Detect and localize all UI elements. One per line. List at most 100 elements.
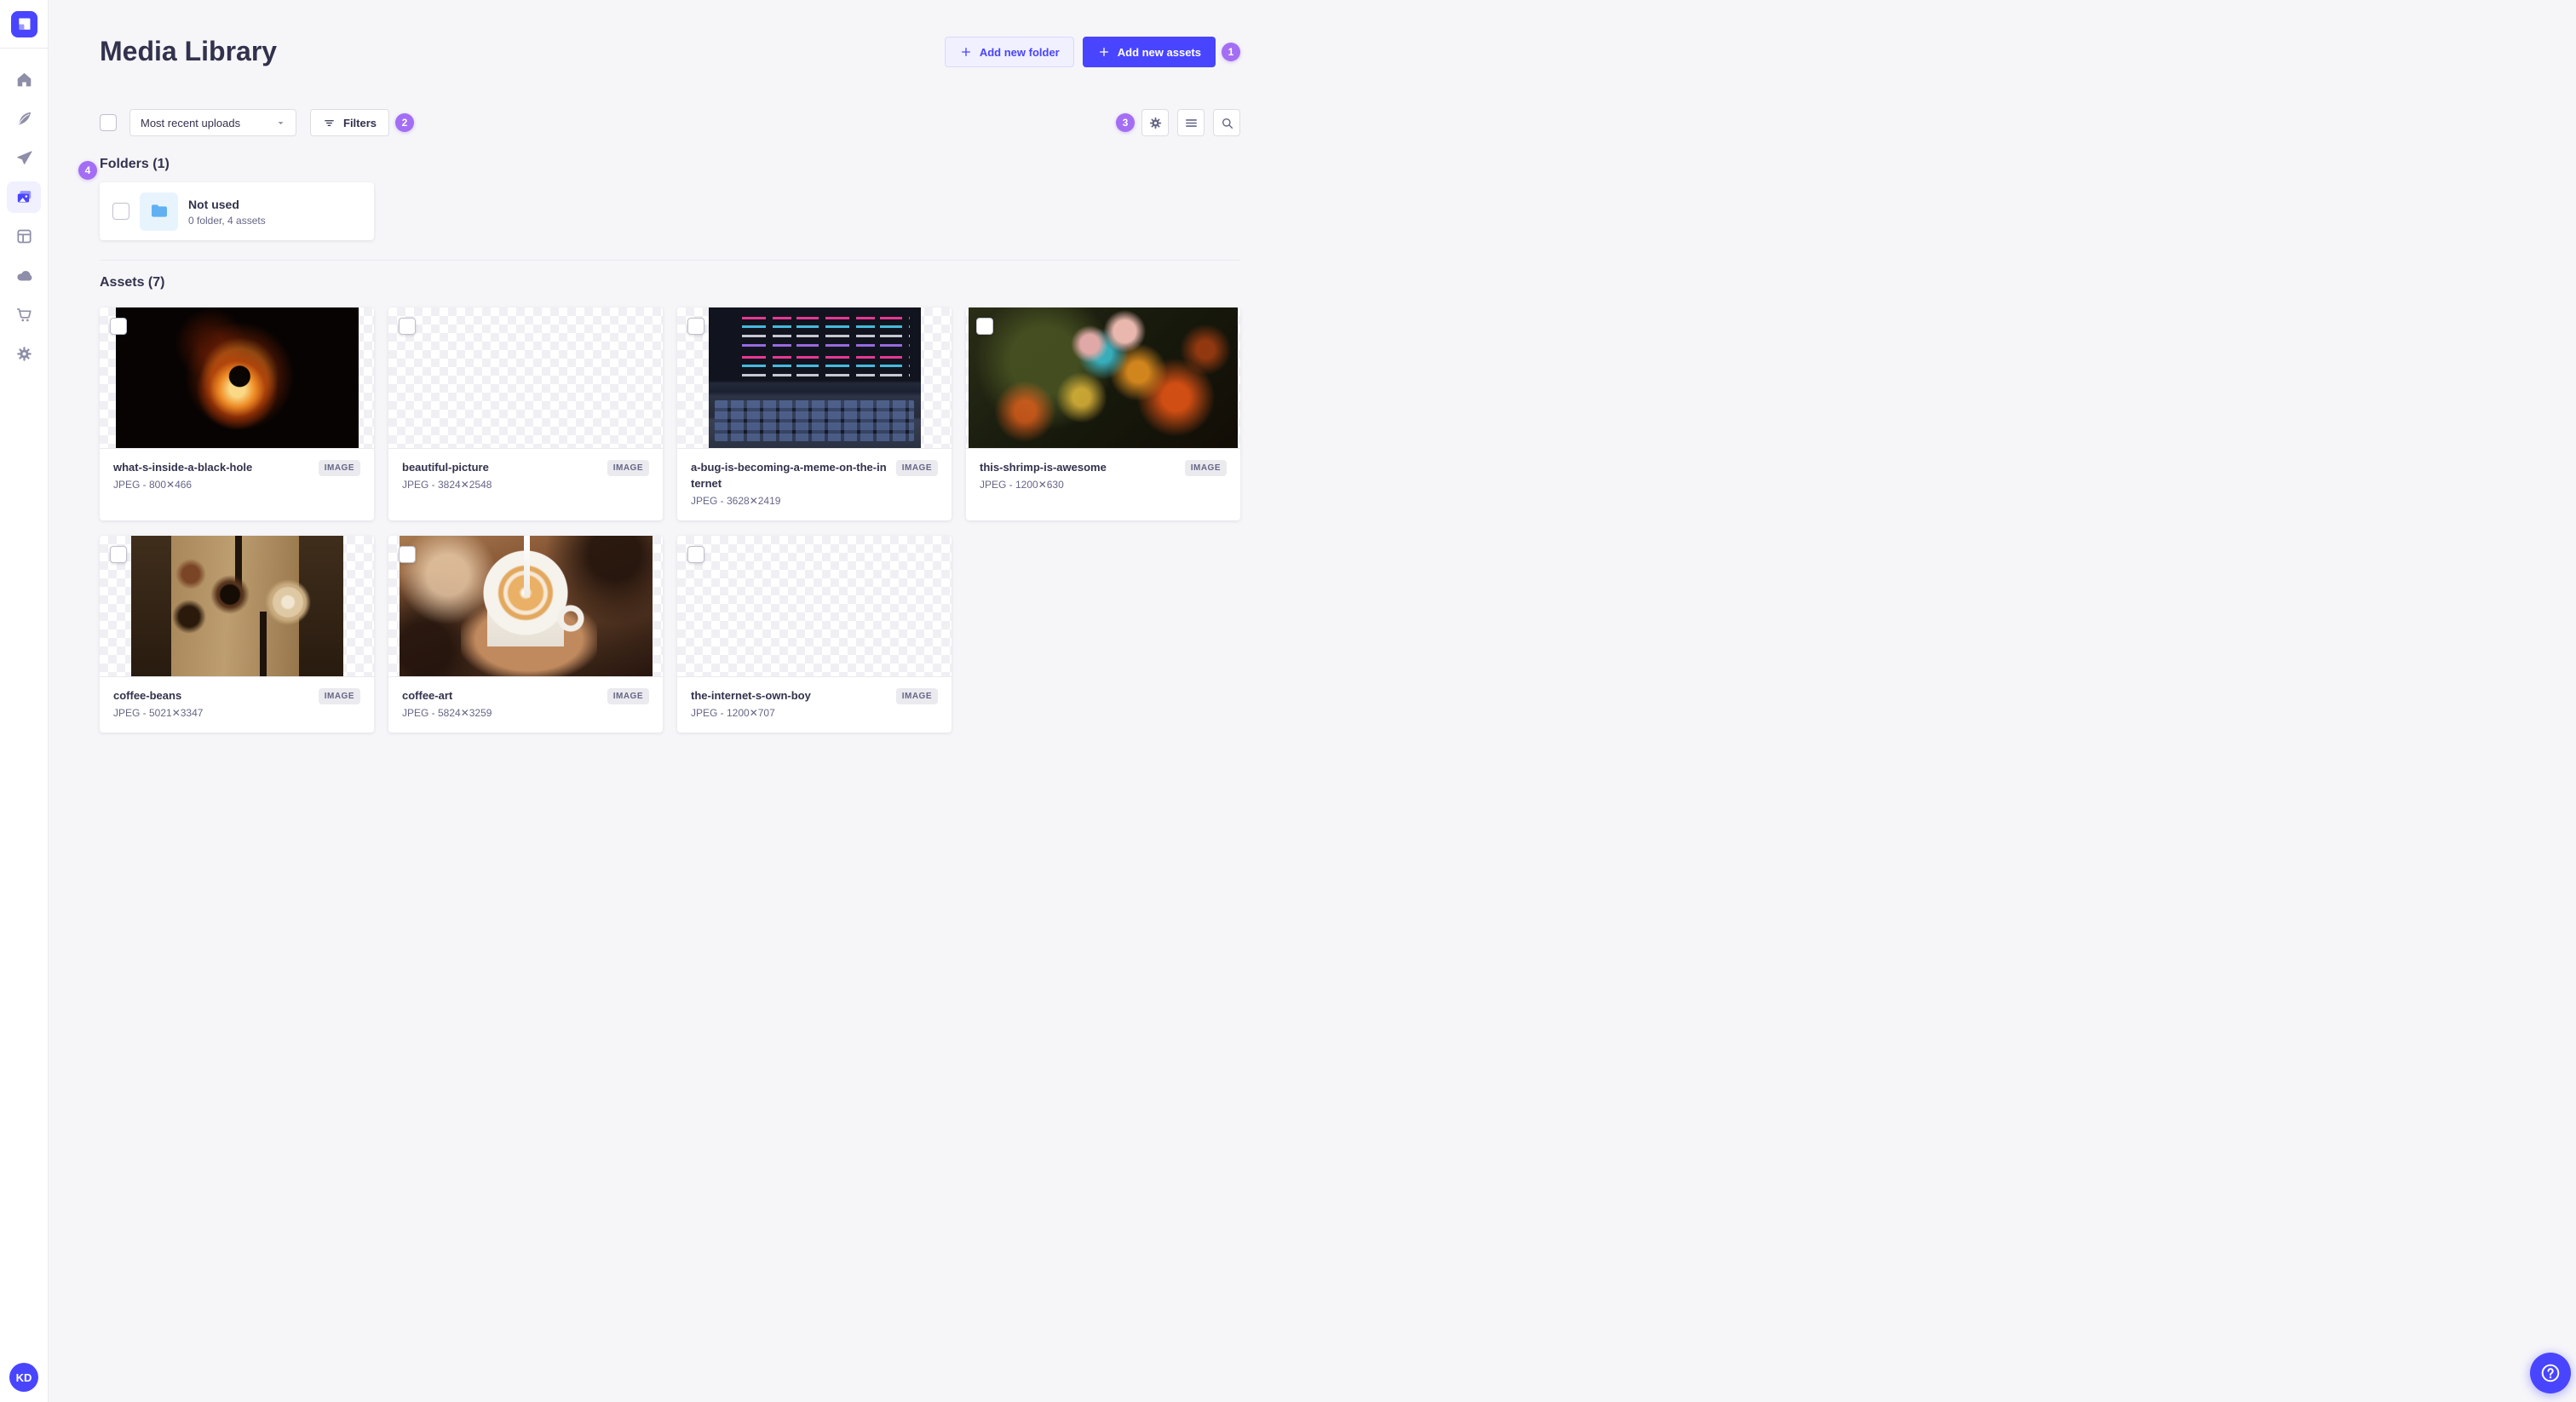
sidebar-nav bbox=[7, 64, 41, 370]
asset-checkbox[interactable] bbox=[110, 318, 127, 335]
asset-footer: coffee-art JPEG - 5824✕3259 IMAGE bbox=[388, 677, 663, 733]
sort-select[interactable]: Most recent uploads bbox=[129, 109, 296, 136]
asset-meta: JPEG - 1200✕630 bbox=[980, 479, 1064, 491]
folder-icon bbox=[149, 201, 170, 221]
tour-step-badge-3: 3 bbox=[1116, 113, 1135, 132]
tour-step-badge-2: 2 bbox=[395, 113, 415, 132]
images-icon bbox=[15, 188, 33, 206]
select-all-checkbox[interactable] bbox=[100, 114, 117, 131]
add-new-assets-button[interactable]: Add new assets bbox=[1082, 37, 1216, 67]
asset-checkbox[interactable] bbox=[399, 318, 416, 335]
asset-card[interactable]: coffee-beans JPEG - 5021✕3347 IMAGE bbox=[100, 536, 374, 733]
asset-footer: the-internet-s-own-boy JPEG - 1200✕707 I… bbox=[677, 677, 952, 733]
asset-checkbox[interactable] bbox=[687, 318, 704, 335]
asset-thumbnail bbox=[100, 536, 374, 677]
help-button[interactable] bbox=[2530, 1353, 2571, 1393]
asset-card[interactable]: this-shrimp-is-awesome JPEG - 1200✕630 I… bbox=[966, 307, 1240, 520]
sidebar: KD bbox=[0, 0, 49, 1402]
asset-card[interactable]: what-s-inside-a-black-hole JPEG - 800✕46… bbox=[100, 307, 374, 520]
folder-subtitle: 0 folder, 4 assets bbox=[188, 214, 266, 227]
asset-title: this-shrimp-is-awesome bbox=[980, 461, 1107, 474]
asset-card[interactable]: beautiful-picture JPEG - 3824✕2548 IMAGE bbox=[388, 307, 663, 520]
sidebar-item-home[interactable] bbox=[7, 64, 41, 95]
filter-icon bbox=[323, 117, 336, 129]
cloud-icon bbox=[15, 267, 33, 284]
plus-icon bbox=[959, 45, 973, 59]
add-new-folder-label: Add new folder bbox=[979, 45, 1060, 59]
asset-card[interactable]: a-bug-is-becoming-a-meme-on-the-internet… bbox=[677, 307, 952, 520]
gear-icon bbox=[1148, 116, 1163, 130]
asset-checkbox[interactable] bbox=[110, 546, 127, 563]
folders-heading: Folders (1) bbox=[100, 157, 170, 171]
add-new-folder-button[interactable]: Add new folder bbox=[944, 37, 1074, 67]
sidebar-item-settings[interactable] bbox=[7, 338, 41, 370]
paper-plane-icon bbox=[15, 149, 33, 167]
feather-icon bbox=[15, 110, 33, 128]
asset-thumbnail bbox=[388, 536, 663, 677]
asset-footer: coffee-beans JPEG - 5021✕3347 IMAGE bbox=[100, 677, 374, 733]
asset-checkbox[interactable] bbox=[976, 318, 993, 335]
assets-heading: Assets (7) bbox=[100, 275, 165, 290]
asset-meta: JPEG - 800✕466 bbox=[113, 479, 193, 491]
list-icon bbox=[1184, 116, 1199, 130]
asset-checkbox[interactable] bbox=[687, 546, 704, 563]
sidebar-item-content-type-builder[interactable] bbox=[7, 221, 41, 252]
toolbar: Most recent uploads Filters 2 3 bbox=[100, 109, 1240, 136]
sidebar-item-content-manager[interactable] bbox=[7, 103, 41, 135]
search-icon bbox=[1220, 116, 1234, 130]
asset-image bbox=[399, 536, 653, 676]
asset-image bbox=[708, 307, 921, 448]
tour-step-badge-1: 1 bbox=[1222, 43, 1240, 61]
filters-button[interactable]: Filters bbox=[310, 109, 390, 136]
asset-footer: a-bug-is-becoming-a-meme-on-the-internet… bbox=[677, 449, 952, 520]
asset-meta: JPEG - 5021✕3347 bbox=[113, 707, 204, 719]
asset-type-badge: IMAGE bbox=[607, 688, 649, 704]
asset-type-badge: IMAGE bbox=[1184, 460, 1227, 476]
asset-thumbnail bbox=[677, 536, 952, 677]
gear-icon bbox=[15, 345, 33, 363]
folder-checkbox[interactable] bbox=[112, 203, 129, 220]
list-view-button[interactable] bbox=[1177, 109, 1205, 136]
layout-icon bbox=[15, 227, 33, 245]
asset-type-badge: IMAGE bbox=[895, 688, 938, 704]
strapi-logo[interactable] bbox=[10, 11, 37, 37]
asset-type-badge: IMAGE bbox=[318, 688, 360, 704]
sidebar-item-media-library[interactable] bbox=[7, 181, 41, 213]
asset-card[interactable]: the-internet-s-own-boy JPEG - 1200✕707 I… bbox=[677, 536, 952, 733]
tour-step-badge-4: 4 bbox=[78, 161, 97, 180]
page-header: Media Library Add new folder Add new ass… bbox=[100, 34, 1240, 68]
home-icon bbox=[15, 71, 33, 89]
caret-down-icon bbox=[274, 117, 287, 129]
asset-meta: JPEG - 1200✕707 bbox=[691, 707, 775, 719]
sidebar-item-marketplace[interactable] bbox=[7, 299, 41, 330]
asset-title: coffee-art bbox=[402, 689, 453, 702]
asset-type-badge: IMAGE bbox=[318, 460, 360, 476]
asset-footer: beautiful-picture JPEG - 3824✕2548 IMAGE bbox=[388, 449, 663, 520]
asset-thumbnail bbox=[966, 307, 1240, 449]
sidebar-item-releases[interactable] bbox=[7, 142, 41, 174]
asset-type-badge: IMAGE bbox=[895, 460, 938, 476]
asset-image bbox=[420, 307, 632, 448]
view-settings-button[interactable] bbox=[1141, 109, 1169, 136]
main-content: Media Library Add new folder Add new ass… bbox=[49, 0, 1288, 733]
search-button[interactable] bbox=[1213, 109, 1240, 136]
filters-label: Filters bbox=[343, 116, 377, 129]
page-title: Media Library bbox=[100, 36, 278, 66]
asset-card[interactable]: coffee-art JPEG - 5824✕3259 IMAGE bbox=[388, 536, 663, 733]
asset-footer: this-shrimp-is-awesome JPEG - 1200✕630 I… bbox=[966, 449, 1240, 520]
sort-select-value: Most recent uploads bbox=[141, 116, 241, 129]
asset-meta: JPEG - 5824✕3259 bbox=[402, 707, 492, 719]
asset-title: what-s-inside-a-black-hole bbox=[113, 461, 253, 474]
asset-title: the-internet-s-own-boy bbox=[691, 689, 811, 702]
user-avatar[interactable]: KD bbox=[9, 1363, 38, 1392]
plus-icon bbox=[1097, 45, 1111, 59]
sidebar-item-deployments[interactable] bbox=[7, 260, 41, 291]
asset-meta: JPEG - 3824✕2548 bbox=[402, 479, 492, 491]
section-divider bbox=[100, 260, 1240, 261]
folder-icon-box bbox=[140, 192, 178, 231]
asset-checkbox[interactable] bbox=[399, 546, 416, 563]
asset-title: coffee-beans bbox=[113, 689, 182, 702]
asset-thumbnail bbox=[388, 307, 663, 449]
sidebar-divider bbox=[0, 48, 49, 49]
folder-card[interactable]: Not used 0 folder, 4 assets bbox=[100, 182, 374, 240]
